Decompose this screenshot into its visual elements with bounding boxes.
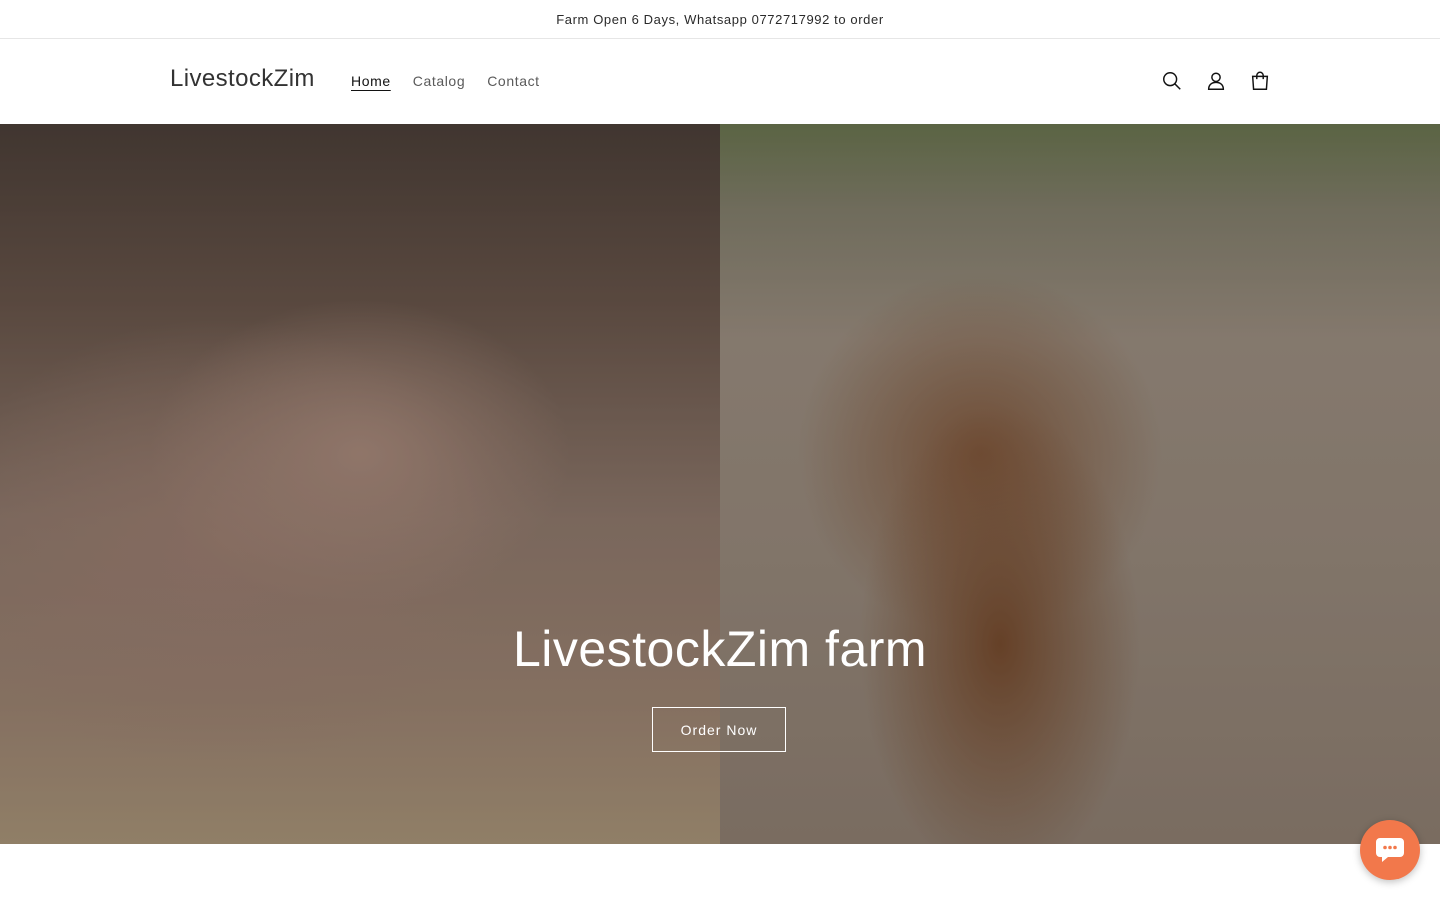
chat-icon	[1376, 838, 1404, 862]
account-icon[interactable]	[1202, 61, 1230, 101]
site-header: LivestockZim Home Catalog Contact	[0, 39, 1440, 124]
cart-icon[interactable]	[1246, 61, 1274, 101]
order-now-button[interactable]: Order Now	[652, 707, 786, 752]
announcement-text: Farm Open 6 Days, Whatsapp 0772717992 to…	[556, 11, 884, 27]
main-nav: Home Catalog Contact	[340, 69, 551, 93]
search-icon[interactable]	[1158, 61, 1186, 101]
header-icons	[1158, 61, 1274, 101]
hero-banner: LivestockZim farm Order Now	[0, 124, 1440, 844]
nav-item-contact[interactable]: Contact	[476, 69, 550, 93]
announcement-bar: Farm Open 6 Days, Whatsapp 0772717992 to…	[0, 0, 1440, 39]
nav-item-catalog[interactable]: Catalog	[402, 69, 476, 93]
chat-widget-button[interactable]	[1360, 820, 1420, 880]
hero-title: LivestockZim farm	[512, 621, 928, 677]
site-logo[interactable]: LivestockZim	[170, 65, 315, 93]
nav-item-home[interactable]: Home	[340, 69, 402, 93]
